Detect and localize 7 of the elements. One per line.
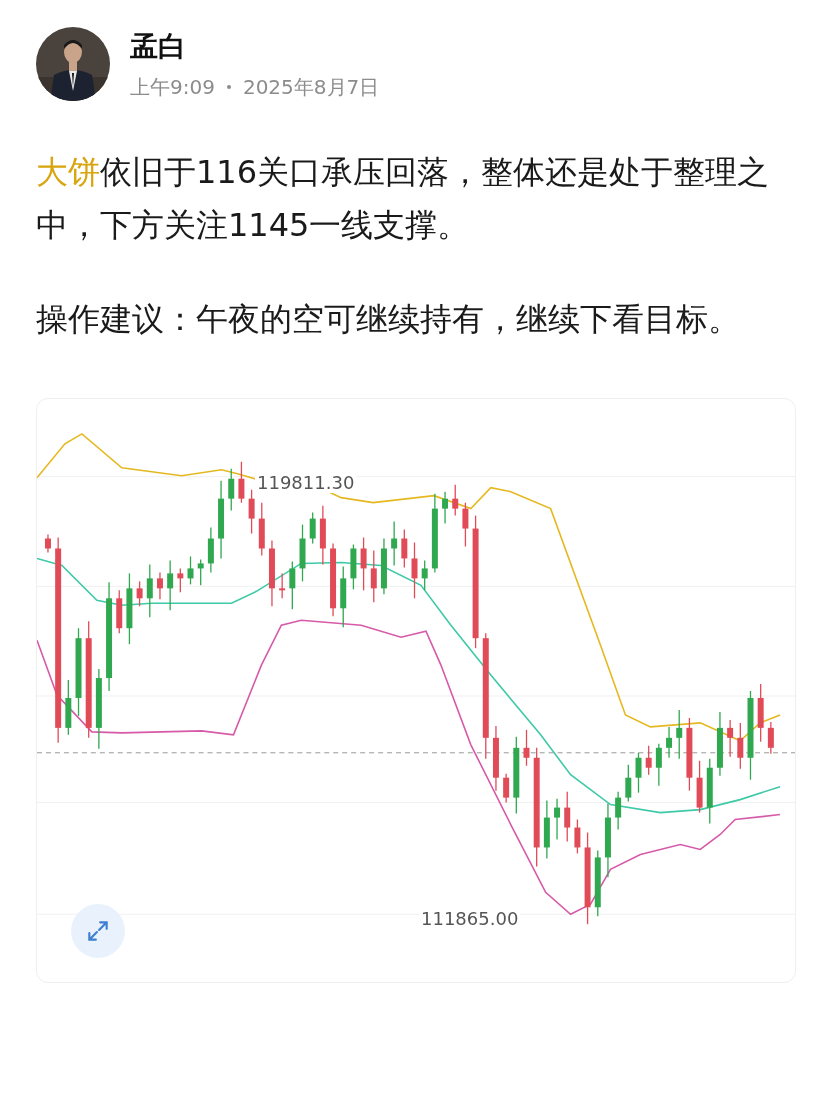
expand-button[interactable] <box>71 904 125 958</box>
expand-icon <box>85 918 111 944</box>
post-text: 操作建议：午夜的空可继续持有，继续下看目标。 <box>36 299 741 340</box>
post-date: 2025年8月7日 <box>242 73 380 101</box>
author-name[interactable]: 孟白 <box>130 27 380 66</box>
post-text: 大饼依旧于116关口承压回落，整体还是处于整理之中，下方关注1145一线支撑。 <box>36 152 771 246</box>
post-time: 上午9:09 <box>130 73 215 101</box>
